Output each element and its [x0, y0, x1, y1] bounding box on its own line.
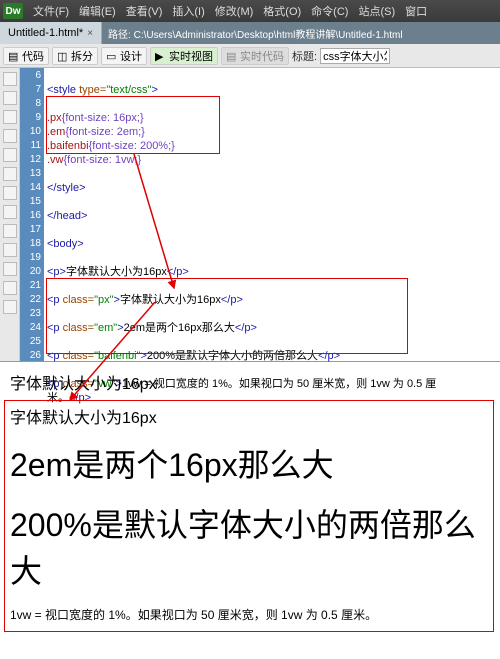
code-line[interactable]: <style type="text/css"> — [47, 83, 497, 97]
menu-window[interactable]: 窗口 — [405, 3, 427, 19]
preview-paragraph-vw: 1vw = 视口宽度的 1%。如果视口为 50 厘米宽，则 1vw 为 0.5 … — [10, 606, 490, 623]
code-line[interactable] — [47, 223, 497, 237]
preview-paragraph-px: 字体默认大小为16px — [10, 404, 490, 428]
code-line[interactable]: <body> — [47, 237, 497, 251]
code-content[interactable]: <style type="text/css"> .px{font-size: 1… — [44, 68, 500, 361]
code-line[interactable] — [47, 167, 497, 181]
code-editor-area: 6789101112131415161718192021222324252627… — [0, 68, 500, 362]
preview-paragraph-default: 字体默认大小为16px — [10, 370, 490, 394]
code-line[interactable] — [47, 97, 497, 111]
preview-paragraph-em: 2em是两个16px那么大 — [10, 440, 490, 486]
code-line[interactable] — [47, 251, 497, 265]
file-path: 路径: C:\Users\Administrator\Desktop\html教… — [102, 26, 409, 41]
tool-icon[interactable] — [3, 129, 17, 143]
live-code-icon: ▤ — [226, 50, 238, 62]
code-line[interactable]: .baifenbi{font-size: 200%;} — [47, 139, 497, 153]
menu-modify[interactable]: 修改(M) — [215, 3, 254, 19]
code-line[interactable]: <p>字体默认大小为16px</p> — [47, 265, 497, 279]
code-line[interactable] — [47, 69, 497, 83]
tool-icon[interactable] — [3, 91, 17, 105]
tab-bar: Untitled-1.html* × 路径: C:\Users\Administ… — [0, 22, 500, 44]
live-code-button[interactable]: ▤实时代码 — [221, 47, 289, 65]
live-view-button[interactable]: ▶实时视图 — [150, 47, 218, 65]
tool-icon[interactable] — [3, 72, 17, 86]
menu-view[interactable]: 查看(V) — [126, 3, 163, 19]
live-icon: ▶ — [155, 50, 167, 62]
tool-icon[interactable] — [3, 167, 17, 181]
design-preview: 字体默认大小为16px 字体默认大小为16px 2em是两个16px那么大 20… — [0, 362, 500, 655]
tool-icon[interactable] — [3, 186, 17, 200]
code-view-button[interactable]: ▤代码 — [3, 47, 49, 65]
code-line[interactable] — [47, 307, 497, 321]
code-line[interactable] — [47, 335, 497, 349]
menu-command[interactable]: 命令(C) — [311, 3, 348, 19]
menu-insert[interactable]: 插入(I) — [172, 3, 204, 19]
code-line[interactable] — [47, 195, 497, 209]
menu-site[interactable]: 站点(S) — [358, 3, 395, 19]
design-icon: ▭ — [106, 50, 118, 62]
menu-edit[interactable]: 编辑(E) — [79, 3, 116, 19]
tool-icon[interactable] — [3, 300, 17, 314]
app-logo-icon: Dw — [3, 3, 23, 19]
tool-icon[interactable] — [3, 243, 17, 257]
menu-bar: Dw 文件(F) 编辑(E) 查看(V) 插入(I) 修改(M) 格式(O) 命… — [0, 0, 500, 22]
code-toolbar-vertical — [0, 68, 20, 361]
code-line[interactable]: .vw{font-size: 1vw;} — [47, 153, 497, 167]
code-line[interactable]: <p class="px">字体默认大小为16px</p> — [47, 293, 497, 307]
preview-paragraph-percent: 200%是默认字体大小的两倍那么大 — [10, 500, 490, 592]
view-toolbar: ▤代码 ◫拆分 ▭设计 ▶实时视图 ▤实时代码 标题: — [0, 44, 500, 68]
code-icon: ▤ — [8, 50, 20, 62]
split-icon: ◫ — [57, 50, 69, 62]
code-line[interactable]: <p class="em">2em是两个16px那么大</p> — [47, 321, 497, 335]
code-line[interactable] — [47, 279, 497, 293]
tool-icon[interactable] — [3, 262, 17, 276]
tool-icon[interactable] — [3, 224, 17, 238]
title-label: 标题: — [292, 48, 317, 64]
close-icon[interactable]: × — [87, 28, 93, 39]
design-view-button[interactable]: ▭设计 — [101, 47, 147, 65]
menu-format[interactable]: 格式(O) — [263, 3, 301, 19]
document-tab[interactable]: Untitled-1.html* × — [0, 22, 102, 44]
tool-icon[interactable] — [3, 281, 17, 295]
code-line[interactable]: .em{font-size: 2em;} — [47, 125, 497, 139]
tool-icon[interactable] — [3, 205, 17, 219]
tool-icon[interactable] — [3, 110, 17, 124]
menu-file[interactable]: 文件(F) — [33, 3, 69, 19]
tool-icon[interactable] — [3, 148, 17, 162]
code-line[interactable]: <p class="baifenbi">200%是默认字体大小的两倍那么大</p… — [47, 349, 497, 363]
code-line[interactable]: </head> — [47, 209, 497, 223]
line-number-gutter: 6789101112131415161718192021222324252627… — [20, 68, 44, 361]
title-input[interactable] — [320, 48, 390, 64]
tab-label: Untitled-1.html* — [8, 27, 83, 39]
code-line[interactable]: </style> — [47, 181, 497, 195]
code-line[interactable]: .px{font-size: 16px;} — [47, 111, 497, 125]
split-view-button[interactable]: ◫拆分 — [52, 47, 98, 65]
